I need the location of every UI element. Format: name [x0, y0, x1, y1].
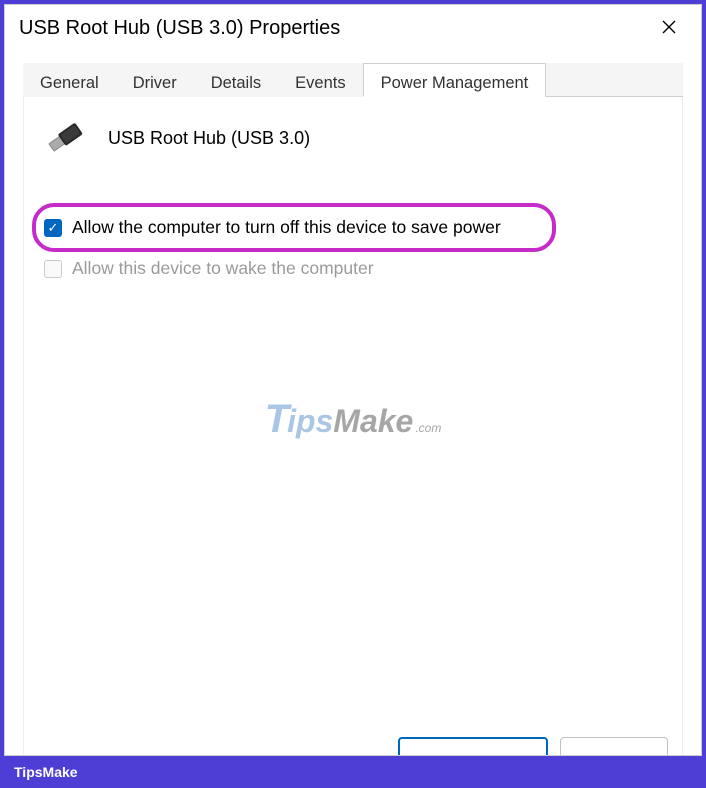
tab-power-management[interactable]: Power Management	[363, 63, 547, 97]
page-footer: TipsMake	[0, 760, 706, 788]
highlighted-option: ✓ Allow the computer to turn off this de…	[32, 203, 556, 252]
watermark-com: .com	[415, 421, 441, 435]
watermark-make: Make	[333, 403, 413, 440]
tab-events[interactable]: Events	[278, 63, 362, 97]
allow-turnoff-checkbox[interactable]: ✓	[44, 219, 62, 237]
watermark-ips: ips	[287, 403, 333, 440]
window-title: USB Root Hub (USB 3.0) Properties	[19, 17, 340, 40]
titlebar: USB Root Hub (USB 3.0) Properties	[5, 5, 701, 55]
allow-wake-row-wrapper: Allow this device to wake the computer	[36, 252, 670, 279]
properties-window: USB Root Hub (USB 3.0) Properties Genera…	[4, 4, 702, 756]
allow-wake-label: Allow this device to wake the computer	[72, 258, 374, 279]
tab-strip: General Driver Details Events Power Mana…	[23, 63, 683, 97]
tab-general[interactable]: General	[23, 63, 116, 97]
allow-turnoff-label: Allow the computer to turn off this devi…	[72, 217, 501, 238]
checkmark-icon: ✓	[48, 221, 59, 234]
watermark-t: T	[265, 397, 287, 442]
device-header: USB Root Hub (USB 3.0)	[36, 117, 670, 159]
watermark: T ips Make .com	[265, 397, 442, 442]
dialog-buttons	[398, 737, 668, 755]
content-area: General Driver Details Events Power Mana…	[5, 55, 701, 755]
allow-wake-row: Allow this device to wake the computer	[44, 258, 670, 279]
usb-connector-icon	[44, 117, 86, 159]
device-name-label: USB Root Hub (USB 3.0)	[108, 128, 310, 149]
close-button[interactable]	[651, 15, 687, 42]
close-icon	[661, 19, 677, 35]
tab-driver[interactable]: Driver	[116, 63, 194, 97]
cancel-button[interactable]	[560, 737, 668, 755]
tab-body: USB Root Hub (USB 3.0) ✓ Allow the compu…	[23, 97, 683, 755]
ok-button[interactable]	[398, 737, 548, 755]
allow-wake-checkbox	[44, 260, 62, 278]
tab-details[interactable]: Details	[194, 63, 278, 97]
footer-brand: TipsMake	[14, 764, 692, 780]
allow-turnoff-row: ✓ Allow the computer to turn off this de…	[44, 217, 534, 238]
